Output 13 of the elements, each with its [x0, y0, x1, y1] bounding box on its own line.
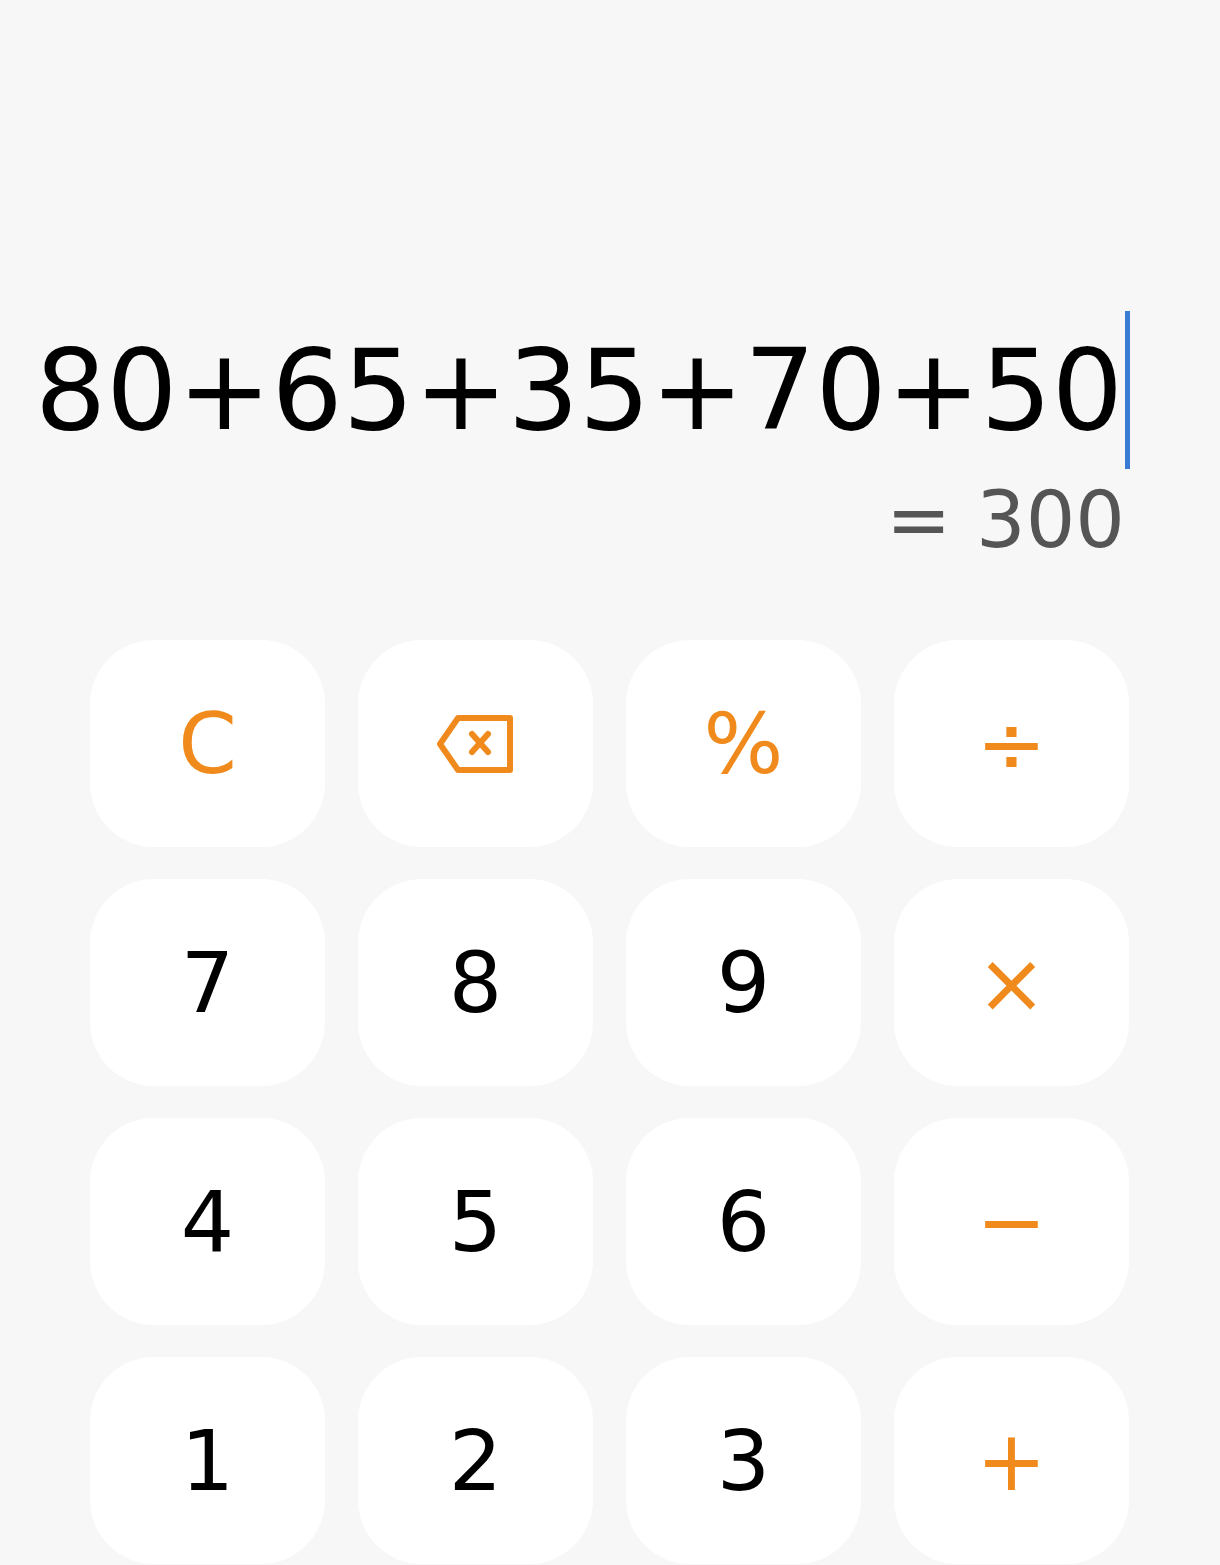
digit-key[interactable]: 7	[90, 879, 325, 1086]
result-text: = 300	[885, 474, 1125, 567]
digit-key[interactable]: 2	[358, 1357, 593, 1564]
digit-key[interactable]: 3	[626, 1357, 861, 1564]
backspace-key[interactable]	[358, 640, 593, 847]
digit-key[interactable]: 5	[358, 1118, 593, 1325]
digit-key[interactable]: 9	[626, 879, 861, 1086]
digit-key[interactable]: 8	[358, 879, 593, 1086]
backspace-icon	[435, 713, 516, 774]
digit-key[interactable]: 1	[90, 1357, 325, 1564]
expression-text: 80+65+35+70+50	[35, 324, 1123, 457]
digit-key[interactable]: 4	[90, 1118, 325, 1325]
digit-key[interactable]: 6	[626, 1118, 861, 1325]
